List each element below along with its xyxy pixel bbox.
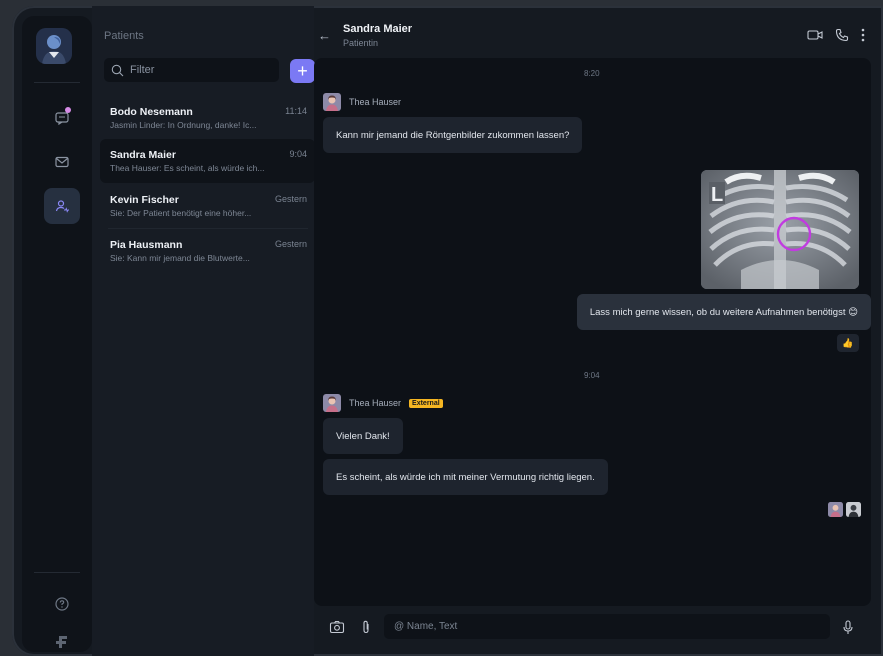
navigation-rail: [22, 16, 92, 652]
unread-indicator: [65, 107, 71, 113]
app-window: Patients Filter + Bodo Nesemann 11:14 Ja…: [12, 6, 883, 656]
conversation-preview: Thea Hauser: Es scheint, als würde ich..…: [110, 163, 265, 173]
microphone-icon[interactable]: [843, 620, 853, 635]
message-sender: Thea Hauser: [323, 93, 401, 111]
avatar: [828, 502, 843, 517]
conversation-name: Pia Hausmann: [110, 239, 183, 251]
rail-divider: [34, 82, 80, 83]
avatar: [846, 502, 861, 517]
conversation-item[interactable]: Kevin Fischer Gestern Sie: Der Patient b…: [100, 184, 315, 228]
sender-name: Thea Hauser: [349, 398, 402, 408]
avatar[interactable]: [323, 394, 341, 412]
chat-subtitle: Patientin: [343, 38, 379, 48]
conversation-name: Kevin Fischer: [110, 194, 179, 206]
camera-icon[interactable]: [329, 620, 345, 634]
mail-nav-button[interactable]: [44, 144, 80, 180]
conversation-preview: Sie: Kann mir jemand die Blutwerte...: [110, 253, 250, 263]
help-button[interactable]: [44, 586, 80, 622]
conversation-time: 11:14: [285, 106, 307, 116]
search-icon: [111, 64, 124, 76]
xray-image[interactable]: L: [701, 170, 859, 289]
timestamp: 9:04: [584, 371, 600, 380]
message-bubble[interactable]: Es scheint, als würde ich mit meiner Ver…: [323, 459, 608, 495]
filter-field[interactable]: Filter: [104, 58, 279, 82]
read-receipts: [828, 502, 861, 517]
message-bubble[interactable]: Kann mir jemand die Röntgenbilder zukomm…: [323, 117, 583, 153]
reaction-badge[interactable]: 👍: [837, 334, 859, 352]
chat-area: 8:20 Thea Hauser Kann mir jemand die Rön…: [314, 58, 871, 606]
chat-actions: [807, 28, 865, 42]
sender-name: Thea Hauser: [349, 97, 402, 107]
patients-nav-button[interactable]: [44, 188, 80, 224]
logo-icon: [56, 636, 67, 648]
conversation-time: Gestern: [274, 239, 307, 249]
conversation-item[interactable]: Pia Hausmann Gestern Sie: Kann mir jeman…: [100, 229, 315, 273]
conversation-name: Sandra Maier: [110, 149, 176, 161]
external-badge: External: [409, 398, 443, 408]
chat-nav-button[interactable]: [44, 100, 80, 136]
patients-icon: [55, 200, 69, 213]
patients-panel: Patients Filter + Bodo Nesemann 11:14 Ja…: [92, 6, 315, 656]
mail-icon: [55, 156, 69, 168]
rail-divider: [34, 572, 80, 573]
video-icon[interactable]: [807, 29, 823, 41]
patients-title: Patients: [104, 30, 144, 42]
avatar[interactable]: [323, 93, 341, 111]
message-input-field[interactable]: [384, 614, 830, 639]
conversation-time: 9:04: [289, 149, 307, 159]
phone-icon[interactable]: [835, 28, 849, 42]
more-icon[interactable]: [861, 28, 865, 42]
message-input[interactable]: [392, 620, 816, 633]
conversation-name: Bodo Nesemann: [110, 106, 193, 118]
filter-placeholder: Filter: [130, 64, 155, 76]
message-sender: Thea Hauser External: [323, 394, 443, 412]
add-conversation-button[interactable]: +: [290, 59, 315, 83]
chat-title: Sandra Maier: [343, 23, 413, 35]
user-avatar[interactable]: [36, 28, 72, 64]
message-bubble-own[interactable]: Lass mich gerne wissen, ob du weitere Au…: [576, 294, 871, 330]
attachment-icon[interactable]: [361, 620, 371, 634]
back-arrow-icon[interactable]: ←: [318, 28, 331, 43]
message-bubble[interactable]: Vielen Dank!: [323, 418, 403, 454]
conversation-item[interactable]: Bodo Nesemann 11:14 Jasmin Linder: In Or…: [100, 96, 315, 140]
help-icon: [55, 597, 69, 611]
conversation-item-active[interactable]: Sandra Maier 9:04 Thea Hauser: Es schein…: [100, 139, 315, 183]
conversation-preview: Jasmin Linder: In Ordnung, danke! Ic...: [110, 120, 257, 130]
app-logo: [44, 624, 80, 656]
xray-marker: L: [711, 184, 723, 206]
conversation-time: Gestern: [274, 194, 307, 204]
timestamp: 8:20: [584, 69, 600, 78]
conversation-preview: Sie: Der Patient benötigt eine höher...: [110, 208, 252, 218]
